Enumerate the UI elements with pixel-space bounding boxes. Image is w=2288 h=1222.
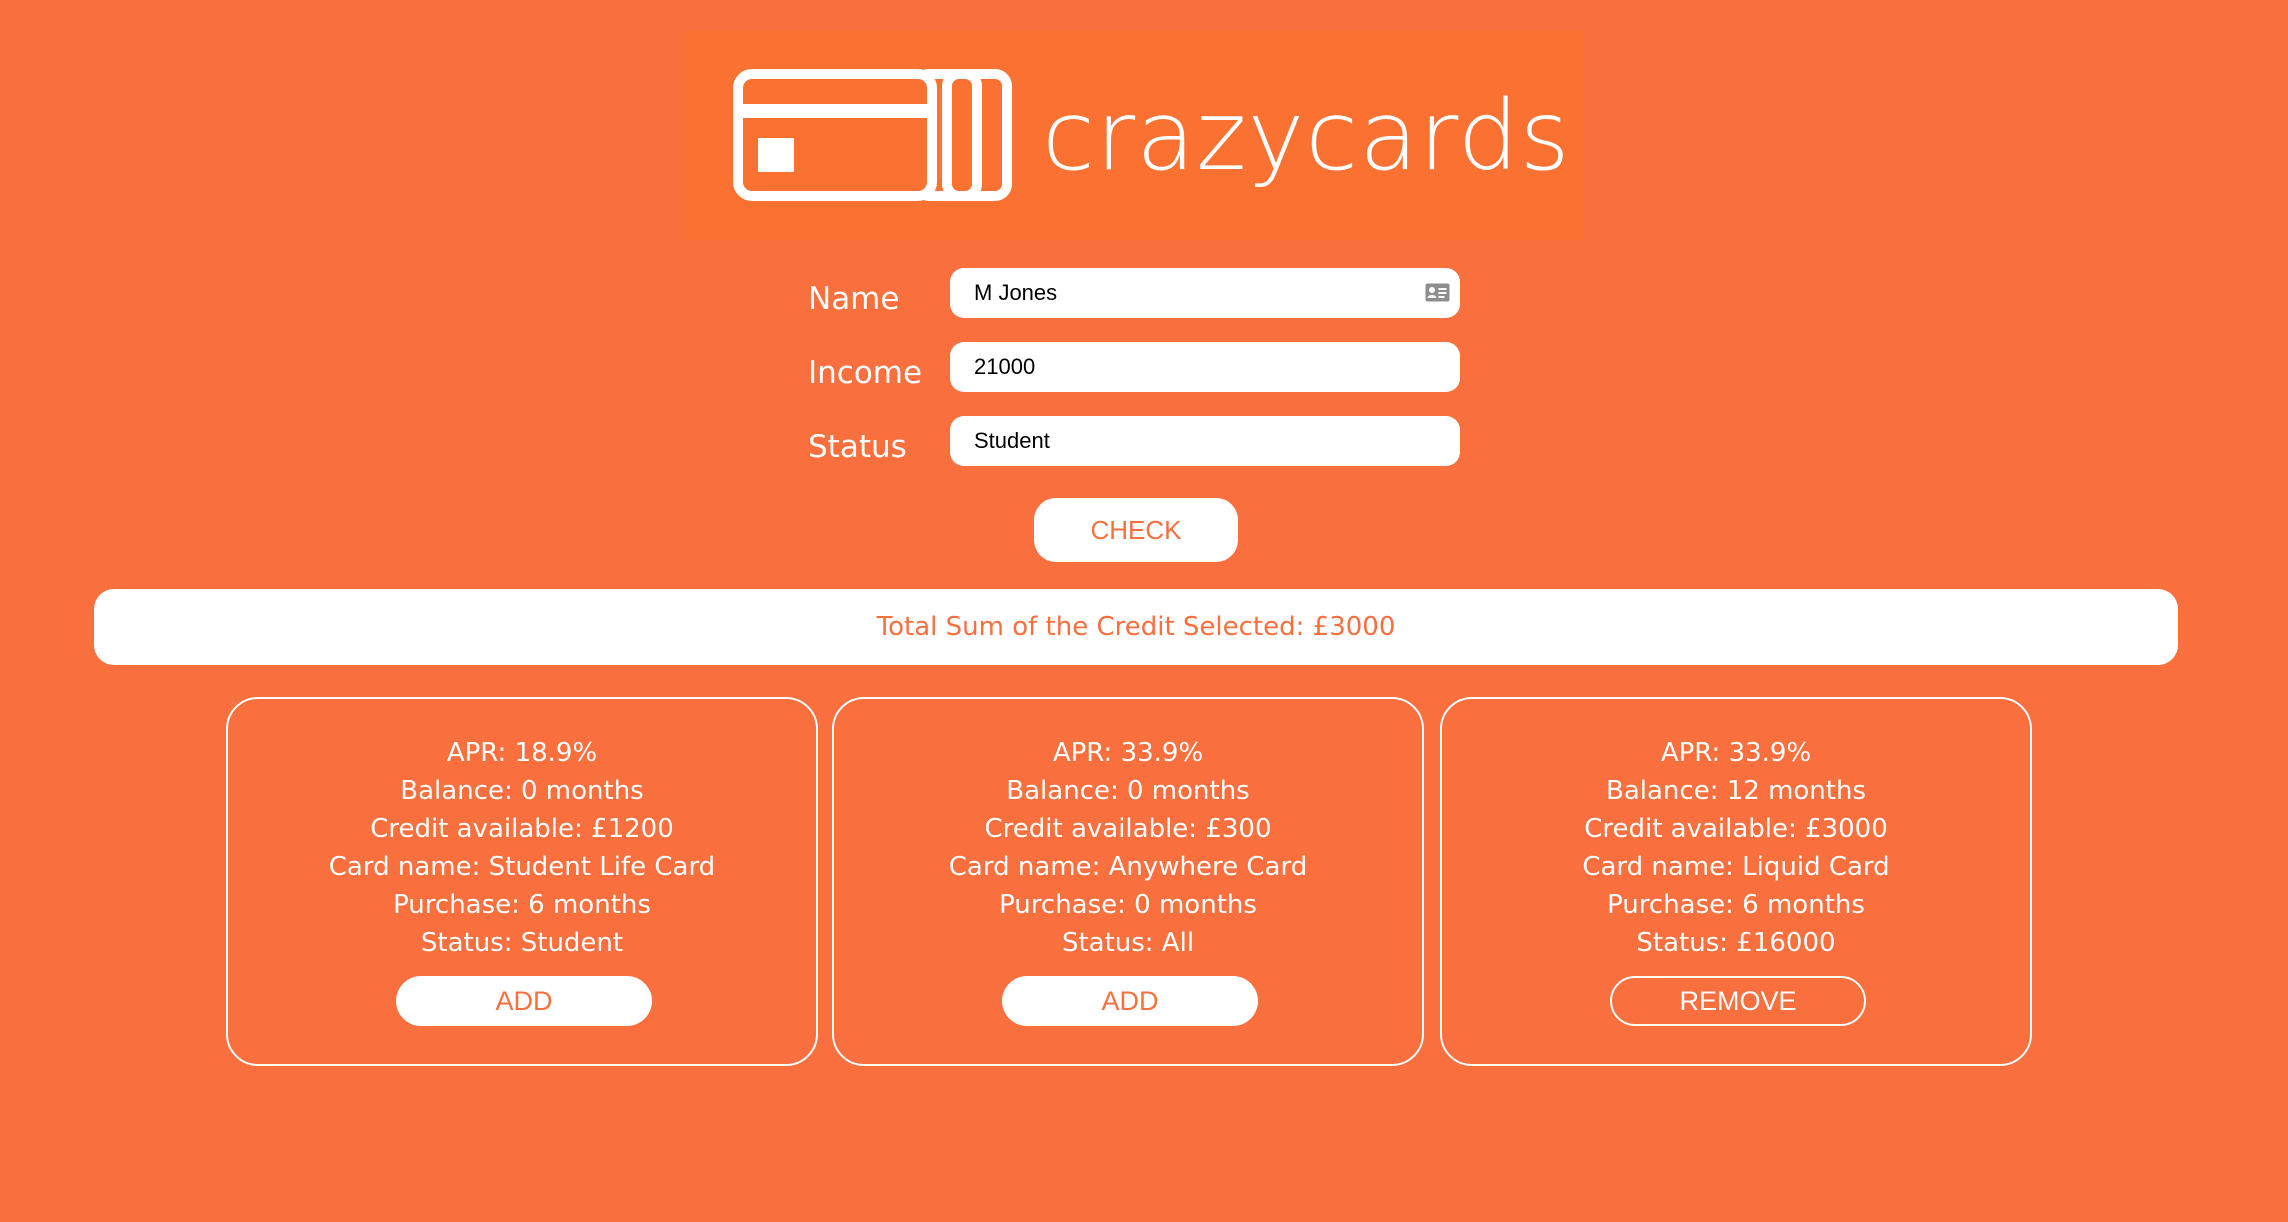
card-balance: Balance: 0 months <box>400 776 644 806</box>
card-apr: APR: 18.9% <box>446 738 598 768</box>
total-credit-text: Total Sum of the Credit Selected: £3000 <box>876 612 1396 642</box>
card-status: Status: £16000 <box>1636 928 1836 958</box>
income-label: Income <box>808 355 923 391</box>
name-input[interactable] <box>950 268 1460 318</box>
card-apr: APR: 33.9% <box>1660 738 1812 768</box>
card-credit-available: Credit available: £3000 <box>1584 814 1888 844</box>
card-balance: Balance: 12 months <box>1606 776 1866 806</box>
card-purchase: Purchase: 6 months <box>393 890 651 920</box>
total-credit-bar: Total Sum of the Credit Selected: £3000 <box>94 589 2178 665</box>
check-button[interactable]: CHECK <box>1034 498 1238 562</box>
card-anywhere: APR: 33.9% Balance: 0 months Credit avai… <box>832 697 1424 1066</box>
card-name: Card name: Student Life Card <box>328 852 716 882</box>
card-credit-available: Credit available: £1200 <box>370 814 674 844</box>
status-label: Status <box>808 429 907 465</box>
card-status: Status: All <box>1061 928 1195 958</box>
add-card-button[interactable]: ADD <box>396 976 652 1026</box>
card-name: Card name: Liquid Card <box>1582 852 1890 882</box>
card-purchase: Purchase: 6 months <box>1607 890 1865 920</box>
status-input[interactable] <box>950 416 1460 466</box>
card-purchase: Purchase: 0 months <box>999 890 1257 920</box>
card-status: Status: Student <box>420 928 624 958</box>
contact-card-icon[interactable] <box>1425 283 1450 302</box>
credit-cards-icon <box>733 69 1012 201</box>
card-credit-available: Credit available: £300 <box>984 814 1272 844</box>
remove-card-button[interactable]: REMOVE <box>1610 976 1866 1026</box>
income-input[interactable] <box>950 342 1460 392</box>
card-apr: APR: 33.9% <box>1052 738 1204 768</box>
card-liquid: APR: 33.9% Balance: 12 months Credit ava… <box>1440 697 2032 1066</box>
name-label: Name <box>808 281 900 317</box>
page: crazycards Name Income Status CHECK Tota… <box>0 0 2288 1222</box>
brand-name: crazycards <box>1042 80 1571 192</box>
logo: crazycards <box>686 30 1584 240</box>
card-balance: Balance: 0 months <box>1006 776 1250 806</box>
card-name: Card name: Anywhere Card <box>948 852 1308 882</box>
card-student-life: APR: 18.9% Balance: 0 months Credit avai… <box>226 697 818 1066</box>
add-card-button[interactable]: ADD <box>1002 976 1258 1026</box>
